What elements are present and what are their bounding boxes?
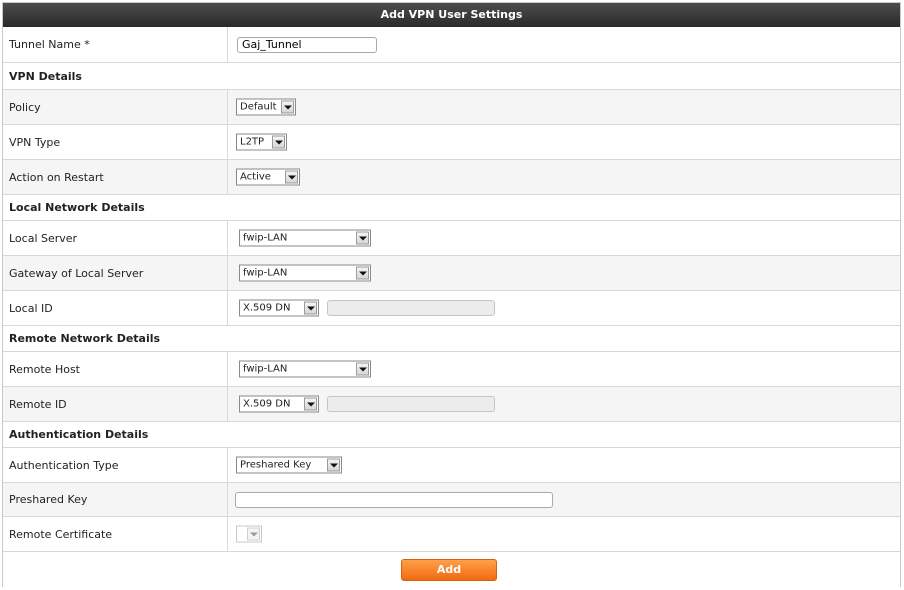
remote-network-section: Remote Network Details [3, 325, 900, 351]
chevron-down-icon [327, 458, 340, 472]
gateway-local-server-label: Gateway of Local Server [9, 266, 144, 280]
action-on-restart-select[interactable]: Active [236, 168, 300, 186]
auth-type-label: Authentication Type [9, 458, 119, 472]
chevron-down-icon [356, 362, 369, 376]
remote-certificate-label: Remote Certificate [9, 527, 113, 541]
vpn-type-label: VPN Type [9, 135, 61, 149]
chevron-down-icon [285, 170, 298, 184]
preshared-key-row: Preshared Key [3, 482, 900, 516]
remote-host-select[interactable]: fwip-LAN [239, 360, 371, 378]
tunnel-name-row: Tunnel Name * [3, 27, 900, 62]
tunnel-name-input[interactable] [237, 36, 377, 53]
remote-certificate-row: Remote Certificate [3, 516, 900, 551]
chevron-down-icon [247, 527, 260, 541]
gateway-local-server-select[interactable]: fwip-LAN [239, 264, 371, 282]
auth-type-row: Authentication Type Preshared Key [3, 447, 900, 482]
chevron-down-icon [356, 231, 369, 245]
chevron-down-icon [304, 397, 317, 411]
chevron-down-icon [272, 135, 285, 149]
local-server-label: Local Server [9, 231, 78, 245]
vpn-type-select[interactable]: L2TP [236, 133, 287, 151]
local-network-section: Local Network Details [3, 194, 900, 220]
tunnel-name-label: Tunnel Name * [9, 38, 90, 51]
local-network-heading: Local Network Details [9, 201, 145, 214]
policy-label: Policy [9, 100, 41, 114]
chevron-down-icon [304, 301, 317, 315]
action-on-restart-row: Action on Restart Active [3, 159, 900, 194]
local-id-input[interactable] [327, 300, 495, 316]
gateway-local-server-row: Gateway of Local Server fwip-LAN [3, 255, 900, 290]
remote-id-input[interactable] [327, 396, 495, 412]
footer-row: Add [3, 551, 900, 589]
remote-id-row: Remote ID X.509 DN [3, 386, 900, 421]
local-server-row: Local Server fwip-LAN [3, 220, 900, 255]
remote-network-heading: Remote Network Details [9, 332, 161, 345]
remote-host-label: Remote Host [9, 362, 80, 376]
remote-host-row: Remote Host fwip-LAN [3, 351, 900, 386]
vpn-user-settings-panel: Add VPN User Settings Tunnel Name * VPN … [2, 2, 901, 589]
action-on-restart-label: Action on Restart [9, 170, 104, 184]
vpn-details-heading: VPN Details [9, 69, 82, 83]
local-server-select[interactable]: fwip-LAN [239, 229, 371, 247]
preshared-key-input[interactable] [235, 491, 553, 508]
remote-id-type-select[interactable]: X.509 DN [239, 395, 319, 413]
local-id-row: Local ID X.509 DN [3, 290, 900, 325]
panel-title: Add VPN User Settings [3, 3, 900, 27]
add-button[interactable]: Add [401, 559, 497, 581]
policy-row: Policy Default [3, 89, 900, 124]
vpn-type-row: VPN Type L2TP [3, 124, 900, 159]
authentication-section: Authentication Details [3, 421, 900, 447]
remote-id-label: Remote ID [9, 397, 67, 411]
local-id-type-select[interactable]: X.509 DN [239, 299, 319, 317]
preshared-key-label: Preshared Key [9, 493, 88, 506]
authentication-heading: Authentication Details [9, 428, 149, 441]
chevron-down-icon [281, 100, 294, 114]
remote-certificate-select[interactable] [236, 525, 262, 543]
local-id-label: Local ID [9, 301, 53, 315]
auth-type-select[interactable]: Preshared Key [236, 456, 342, 474]
policy-select[interactable]: Default [236, 98, 296, 116]
chevron-down-icon [356, 266, 369, 280]
vpn-details-section: VPN Details [3, 62, 900, 89]
